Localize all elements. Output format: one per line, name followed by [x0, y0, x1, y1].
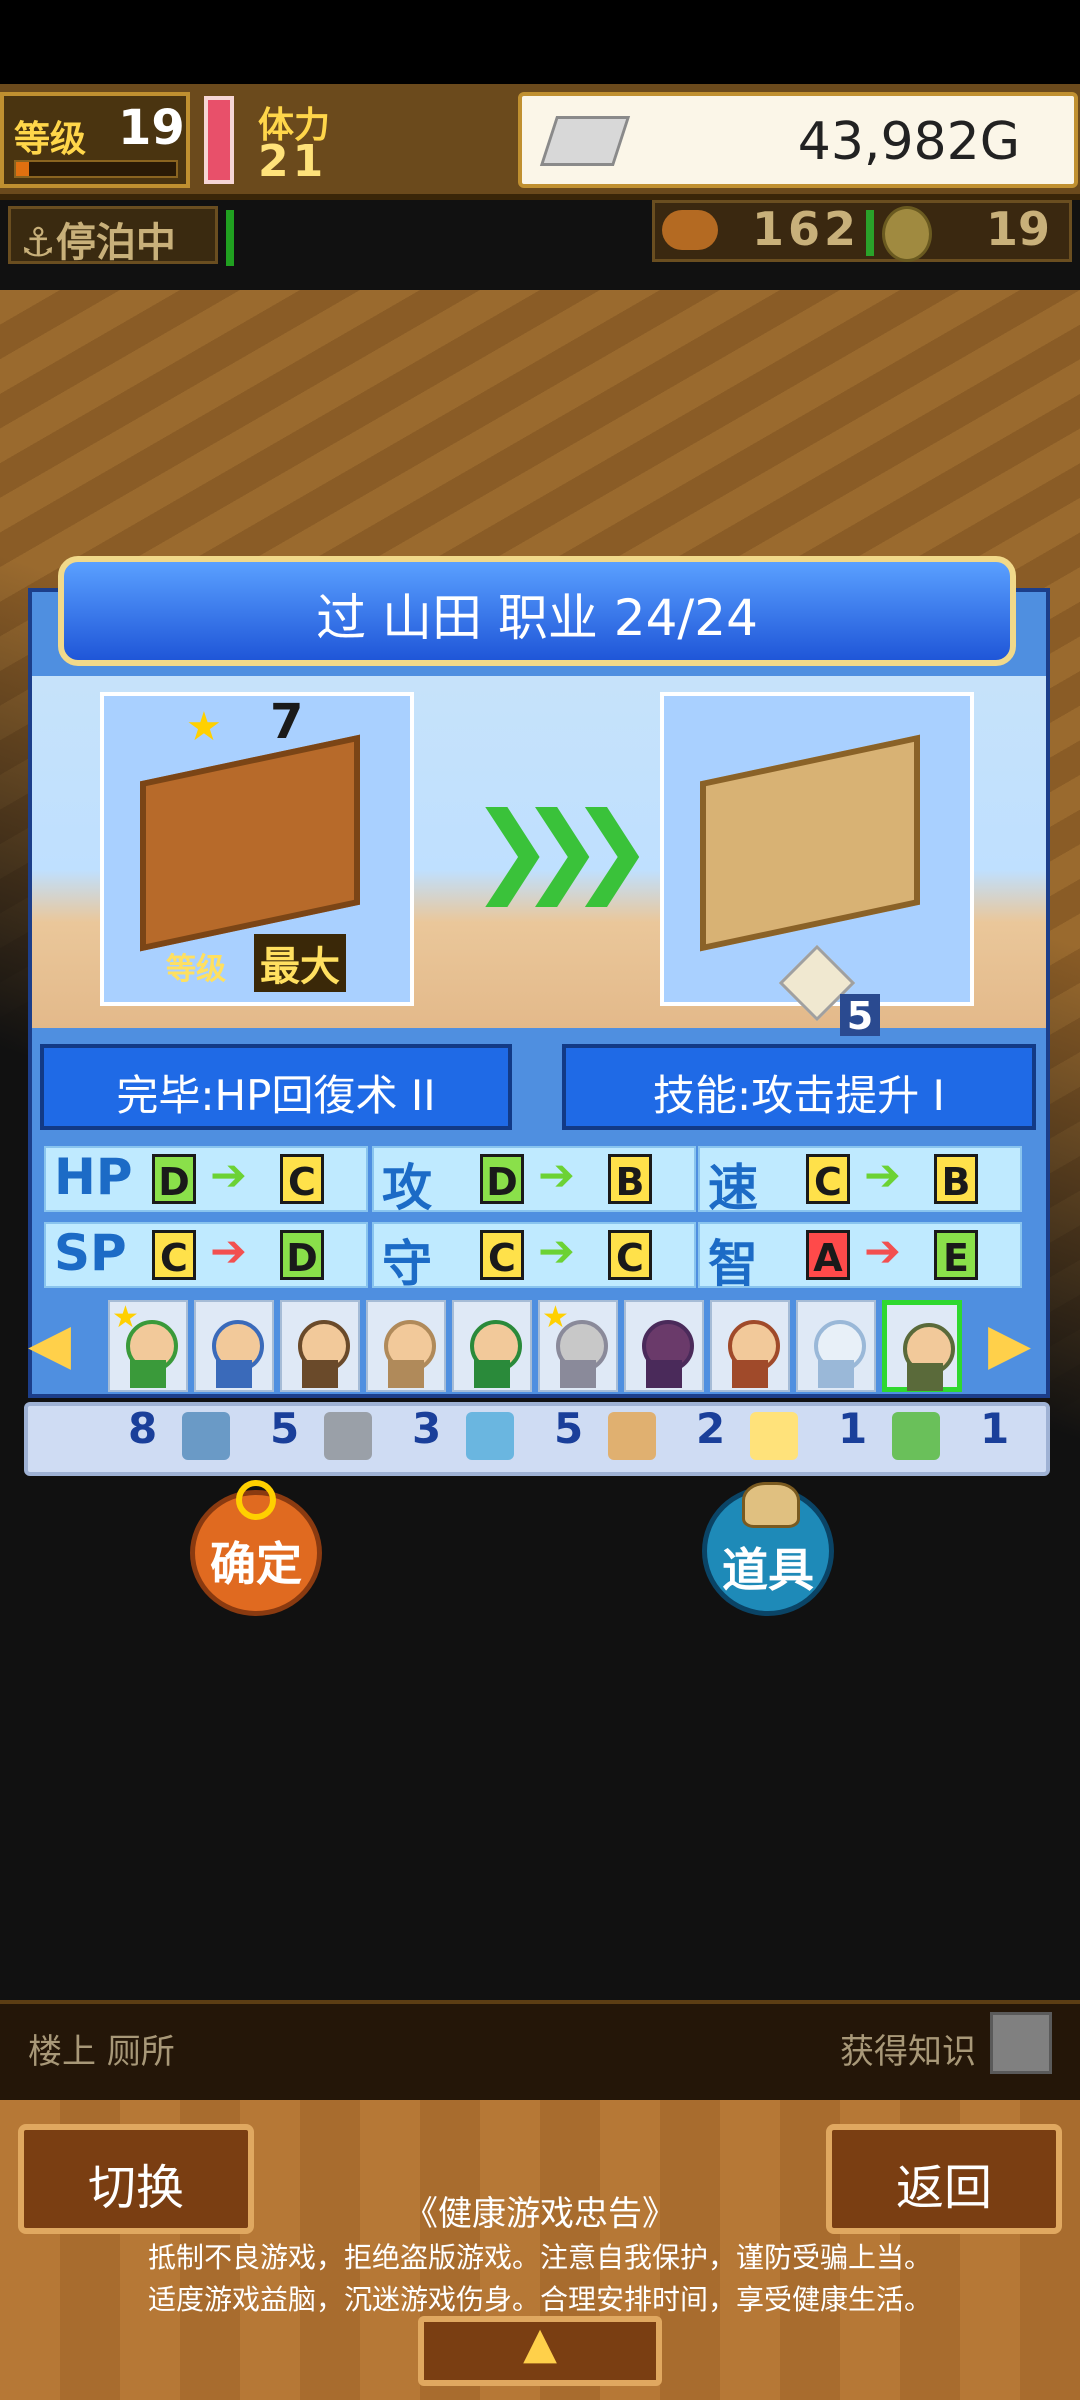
- location-text: 楼上 厕所: [28, 2032, 175, 2072]
- stat-grade-to: D: [280, 1230, 324, 1280]
- docked-status-text: 停泊中: [55, 220, 176, 266]
- new-skill-label: 技能:攻击提升 I: [653, 1071, 945, 1120]
- character-body: [907, 1363, 943, 1391]
- current-level-label: 等级: [166, 952, 226, 987]
- arrow-right-icon: ➔: [864, 1150, 901, 1201]
- health-notice-title: 《健康游戏忠告》: [404, 2194, 676, 2234]
- completed-skill-label: 完毕:HP回復术 II: [116, 1071, 436, 1120]
- chevron-right-icon[interactable]: ▶: [988, 1312, 1031, 1377]
- medal-count: 19: [986, 202, 1051, 256]
- character-slot[interactable]: ★: [538, 1300, 618, 1392]
- meat-icon: [662, 210, 718, 250]
- character-body: [302, 1360, 338, 1388]
- stat-label: 守: [382, 1235, 432, 1293]
- item-count: 5: [270, 1404, 300, 1453]
- stat-grade-to: C: [280, 1154, 324, 1204]
- stat-grade-to: B: [608, 1154, 652, 1204]
- character-slot[interactable]: [452, 1300, 532, 1392]
- health-notice-line1: 抵制不良游戏，拒绝盗版游戏。注意自我保护，谨防受骗上当。: [147, 2241, 932, 2274]
- current-level-value: 最大: [254, 934, 346, 992]
- level-progress-track: [14, 160, 178, 178]
- item-count: 2: [696, 1404, 726, 1453]
- bandage-icon[interactable]: [892, 1412, 940, 1460]
- ring-icon: [236, 1480, 276, 1520]
- character-body: [560, 1360, 596, 1388]
- character-slot[interactable]: [280, 1300, 360, 1392]
- food-count: 162: [752, 202, 861, 256]
- triangle-up-icon: ▲: [523, 2318, 557, 2369]
- stat-grade-from: C: [806, 1154, 850, 1204]
- character-body: [130, 1360, 166, 1388]
- star-icon: ★: [112, 1300, 139, 1335]
- acquire-knowledge-text: 获得知识: [840, 2032, 976, 2072]
- chevron-left-icon[interactable]: ◀: [28, 1312, 71, 1377]
- character-body: [216, 1360, 252, 1388]
- item-count: 8: [128, 1404, 158, 1453]
- item-count: 1: [838, 1404, 868, 1453]
- arrow-right-icon: ➔: [538, 1150, 575, 1201]
- stat-grade-from: D: [480, 1154, 524, 1204]
- stat-grade-to: E: [934, 1230, 978, 1280]
- status-bar: [0, 0, 1080, 84]
- sea-dark-area: [0, 1460, 1080, 2000]
- required-item-count: 5: [840, 994, 880, 1038]
- character-slot[interactable]: [796, 1300, 876, 1392]
- stat-grade-to: C: [608, 1230, 652, 1280]
- level-label: 等级: [14, 119, 87, 160]
- fist-icon[interactable]: [990, 2012, 1052, 2074]
- stat-grade-from: C: [480, 1230, 524, 1280]
- stamina-value: 21: [258, 136, 328, 187]
- character-body: [818, 1360, 854, 1388]
- item-count: 1: [980, 1404, 1010, 1453]
- stat-grade-to: B: [934, 1154, 978, 1204]
- arrow-right-icon: ➔: [864, 1226, 901, 1277]
- bag-icon: [742, 1482, 800, 1528]
- anchor-icon: ⚓: [20, 220, 56, 266]
- item-count: 5: [554, 1404, 584, 1453]
- level-progress-fill: [16, 162, 29, 176]
- character-slot[interactable]: [710, 1300, 790, 1392]
- stat-label: 攻: [382, 1159, 432, 1217]
- stamina-gauge: [204, 96, 234, 184]
- character-slot[interactable]: [624, 1300, 704, 1392]
- stat-grade-from: A: [806, 1230, 850, 1280]
- current-rank: 7: [270, 694, 304, 750]
- arrow-right-icon: ➔: [538, 1226, 575, 1277]
- character-slot[interactable]: ★: [108, 1300, 188, 1392]
- star-icon: ★: [542, 1300, 569, 1335]
- stat-label: HP: [54, 1148, 133, 1206]
- stat-grade-from: D: [152, 1154, 196, 1204]
- character-slot[interactable]: [194, 1300, 274, 1392]
- resource-divider: [866, 210, 874, 256]
- stat-label: 速: [708, 1159, 758, 1217]
- triple-chevron-right-icon: ❯❯❯: [470, 790, 653, 907]
- item-count: 3: [412, 1404, 442, 1453]
- health-notice-line2: 适度游戏益脑，沉迷游戏伤身。合理安排时间，享受健康生活。: [147, 2283, 932, 2316]
- spyglass-icon[interactable]: [182, 1412, 230, 1460]
- arrow-right-icon: ➔: [210, 1150, 247, 1201]
- character-slot[interactable]: [366, 1300, 446, 1392]
- medal-icon: [882, 206, 932, 262]
- character-slot[interactable]: [882, 1300, 962, 1392]
- stat-label: 智: [708, 1235, 758, 1293]
- character-body: [732, 1360, 768, 1388]
- star-icon: ★: [186, 704, 222, 750]
- dialog-title: 过 山田 职业 24/24: [316, 589, 758, 647]
- docked-status: ⚓停泊中: [20, 210, 176, 268]
- docked-indicator: [226, 210, 234, 266]
- anchor-icon[interactable]: [324, 1412, 372, 1460]
- level-value: 19: [118, 100, 185, 156]
- stat-label: SP: [54, 1224, 127, 1282]
- character-body: [646, 1360, 682, 1388]
- fist-icon[interactable]: [608, 1412, 656, 1460]
- lightbulb-icon[interactable]: [750, 1412, 798, 1460]
- gold-amount: 43,982G: [797, 112, 1020, 172]
- character-body: [474, 1360, 510, 1388]
- items-label: 道具: [722, 1543, 814, 1597]
- confirm-label: 确定: [210, 1537, 302, 1591]
- character-body: [388, 1360, 424, 1388]
- magnifier-icon[interactable]: [466, 1412, 514, 1460]
- stat-grade-from: C: [152, 1230, 196, 1280]
- arrow-right-icon: ➔: [210, 1226, 247, 1277]
